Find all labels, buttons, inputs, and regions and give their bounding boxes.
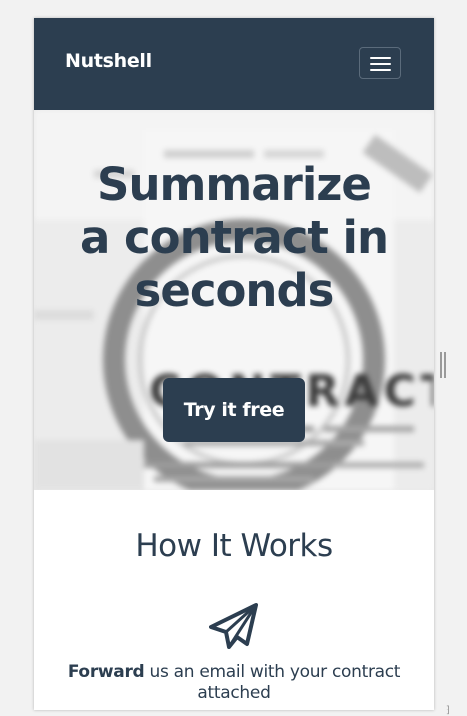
hero-title-line: Summarize <box>97 158 372 211</box>
how-it-works-section: How It Works Forward us an email with yo… <box>34 490 434 710</box>
step-text: us an email with your contract attached <box>144 662 401 703</box>
hero-section: CONTRACT Summarize a contract in seconds… <box>34 110 434 490</box>
hero-title-line: a contract in <box>79 211 389 264</box>
section-title: How It Works <box>135 528 333 564</box>
hamburger-menu-icon <box>370 57 391 59</box>
hero-title-line: seconds <box>134 264 335 317</box>
try-it-free-button[interactable]: Try it free <box>163 378 305 442</box>
hamburger-menu-icon <box>370 63 391 65</box>
hero-title: Summarize a contract in seconds <box>34 158 434 317</box>
step-keyword: Forward <box>67 662 145 682</box>
step-description: Forward us an email with your contract a… <box>54 662 414 704</box>
resize-handle[interactable] <box>440 352 446 378</box>
hamburger-menu-icon <box>370 69 391 71</box>
navbar-toggle-button[interactable] <box>359 47 401 79</box>
mobile-viewport: Nutshell CONTRACT <box>34 18 434 710</box>
paper-plane-icon <box>209 603 258 649</box>
resize-corner-icon[interactable]: ⁆ <box>446 706 454 716</box>
navbar: Nutshell <box>34 18 434 110</box>
brand-logo[interactable]: Nutshell <box>65 50 152 72</box>
